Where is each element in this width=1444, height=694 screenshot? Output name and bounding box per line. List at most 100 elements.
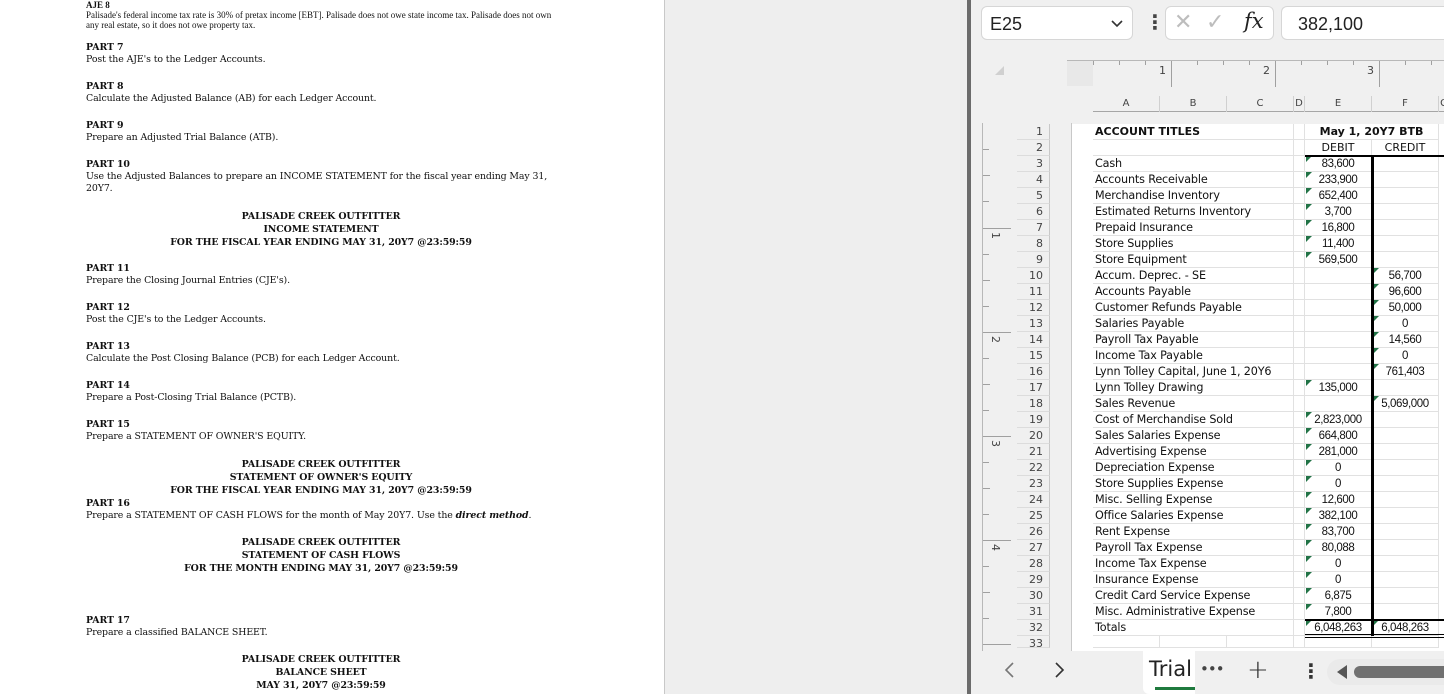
cell-d[interactable]	[1294, 492, 1305, 508]
credit-cell[interactable]	[1372, 572, 1439, 588]
row-header[interactable]: 21	[1017, 444, 1050, 460]
insert-function-icon[interactable]: fx	[1244, 9, 1264, 33]
debit-cell[interactable]: 652,400	[1305, 188, 1372, 204]
credit-cell[interactable]	[1372, 220, 1439, 236]
cell-d[interactable]	[1294, 172, 1305, 188]
row-header[interactable]: 9	[1017, 252, 1050, 268]
account-title-cell[interactable]: Accounts Payable	[1093, 284, 1294, 300]
account-title-cell[interactable]: Prepaid Insurance	[1093, 220, 1294, 236]
debit-cell[interactable]: 0	[1305, 572, 1372, 588]
account-title-cell[interactable]: Rent Expense	[1093, 524, 1294, 540]
add-sheet-icon[interactable]: +	[1247, 655, 1269, 685]
debit-cell[interactable]: 281,000	[1305, 444, 1372, 460]
debit-cell[interactable]: 83,600	[1305, 156, 1372, 172]
debit-cell[interactable]: 80,088	[1305, 540, 1372, 556]
debit-cell[interactable]: 6,875	[1305, 588, 1372, 604]
row-header[interactable]: 11	[1017, 284, 1050, 300]
account-title-cell[interactable]: Insurance Expense	[1093, 572, 1294, 588]
header-credit[interactable]: CREDIT	[1372, 140, 1439, 156]
cell-d[interactable]	[1294, 412, 1305, 428]
header-account-titles[interactable]: ACCOUNT TITLES	[1093, 124, 1294, 140]
account-title-cell[interactable]: Store Equipment	[1093, 252, 1294, 268]
empty-cell[interactable]	[1227, 636, 1294, 648]
account-title-cell[interactable]: Advertising Expense	[1093, 444, 1294, 460]
tab-bar-menu-icon[interactable]: ⋮	[1301, 659, 1321, 683]
account-title-cell[interactable]: Lynn Tolley Capital, June 1, 20Y6	[1093, 364, 1294, 380]
empty-cell[interactable]	[1294, 636, 1305, 648]
debit-cell[interactable]	[1305, 332, 1372, 348]
account-title-cell[interactable]: Payroll Tax Payable	[1093, 332, 1294, 348]
account-title-cell[interactable]: Store Supplies Expense	[1093, 476, 1294, 492]
cell-d[interactable]	[1294, 284, 1305, 300]
debit-cell[interactable]: 0	[1305, 556, 1372, 572]
cell-d[interactable]	[1294, 476, 1305, 492]
worksheet-grid[interactable]: ACCOUNT TITLES May 1, 20Y7 BTB DEBIT CRE…	[1072, 124, 1444, 652]
row-header[interactable]: 7	[1017, 220, 1050, 236]
account-title-cell[interactable]: Misc. Selling Expense	[1093, 492, 1294, 508]
account-title-cell[interactable]: Salaries Payable	[1093, 316, 1294, 332]
row-header[interactable]: 5	[1017, 188, 1050, 204]
row-header[interactable]: 1	[1017, 124, 1050, 140]
credit-cell[interactable]	[1372, 540, 1439, 556]
cell-d[interactable]	[1294, 204, 1305, 220]
totals-label-cell[interactable]: Totals	[1093, 620, 1294, 636]
debit-cell[interactable]: 7,800	[1305, 604, 1372, 620]
cell-d[interactable]	[1294, 524, 1305, 540]
row-header[interactable]: 20	[1017, 428, 1050, 444]
account-title-cell[interactable]: Income Tax Expense	[1093, 556, 1294, 572]
column-header-f[interactable]: F	[1372, 96, 1439, 112]
credit-cell[interactable]: 0	[1372, 348, 1439, 364]
document-pane[interactable]: AJE 8 Palisade's federal income tax rate…	[0, 0, 967, 694]
cell-d[interactable]	[1294, 556, 1305, 572]
row-header[interactable]: 25	[1017, 508, 1050, 524]
cell-d2[interactable]	[1294, 140, 1305, 156]
credit-cell[interactable]	[1372, 444, 1439, 460]
credit-cell[interactable]	[1372, 492, 1439, 508]
account-title-cell[interactable]: Customer Refunds Payable	[1093, 300, 1294, 316]
row-header[interactable]: 24	[1017, 492, 1050, 508]
credit-cell[interactable]: 5,069,000	[1372, 396, 1439, 412]
credit-cell[interactable]	[1372, 588, 1439, 604]
row-header[interactable]: 17	[1017, 380, 1050, 396]
credit-cell[interactable]	[1372, 188, 1439, 204]
cell-d[interactable]	[1294, 220, 1305, 236]
row-header[interactable]: 6	[1017, 204, 1050, 220]
row-header[interactable]: 30	[1017, 588, 1050, 604]
enter-check-icon[interactable]: ✓	[1206, 10, 1224, 35]
account-title-cell[interactable]: Merchandise Inventory	[1093, 188, 1294, 204]
credit-cell[interactable]	[1372, 476, 1439, 492]
credit-cell[interactable]: 56,700	[1372, 268, 1439, 284]
debit-cell[interactable]: 233,900	[1305, 172, 1372, 188]
cell-d[interactable]	[1294, 236, 1305, 252]
account-title-cell[interactable]: Sales Salaries Expense	[1093, 428, 1294, 444]
row-header[interactable]: 23	[1017, 476, 1050, 492]
more-sheets-icon[interactable]: •••	[1200, 660, 1225, 678]
column-header-g[interactable]: G	[1439, 96, 1444, 112]
credit-cell[interactable]	[1372, 156, 1439, 172]
debit-cell[interactable]	[1305, 396, 1372, 412]
row-header[interactable]: 10	[1017, 268, 1050, 284]
debit-cell[interactable]: 11,400	[1305, 236, 1372, 252]
credit-cell[interactable]	[1372, 252, 1439, 268]
cell-d[interactable]	[1294, 588, 1305, 604]
cell-d[interactable]	[1294, 348, 1305, 364]
debit-cell[interactable]: 135,000	[1305, 380, 1372, 396]
account-title-cell[interactable]: Misc. Administrative Expense	[1093, 604, 1294, 620]
row-header[interactable]: 3	[1017, 156, 1050, 172]
previous-sheet-icon[interactable]	[1003, 659, 1017, 687]
cell-d[interactable]	[1294, 444, 1305, 460]
row-header[interactable]: 31	[1017, 604, 1050, 620]
debit-cell[interactable]: 3,700	[1305, 204, 1372, 220]
row-header[interactable]: 22	[1017, 460, 1050, 476]
row-header[interactable]: 32	[1017, 620, 1050, 636]
row-header[interactable]: 26	[1017, 524, 1050, 540]
cell-d[interactable]	[1294, 572, 1305, 588]
cell-d[interactable]	[1294, 508, 1305, 524]
scroll-left-icon[interactable]	[1337, 665, 1347, 679]
credit-cell[interactable]	[1372, 412, 1439, 428]
account-title-cell[interactable]: Accum. Deprec. - SE	[1093, 268, 1294, 284]
row-header[interactable]: 15	[1017, 348, 1050, 364]
account-title-cell[interactable]: Store Supplies	[1093, 236, 1294, 252]
header-debit[interactable]: DEBIT	[1305, 140, 1372, 156]
credit-cell[interactable]	[1372, 508, 1439, 524]
